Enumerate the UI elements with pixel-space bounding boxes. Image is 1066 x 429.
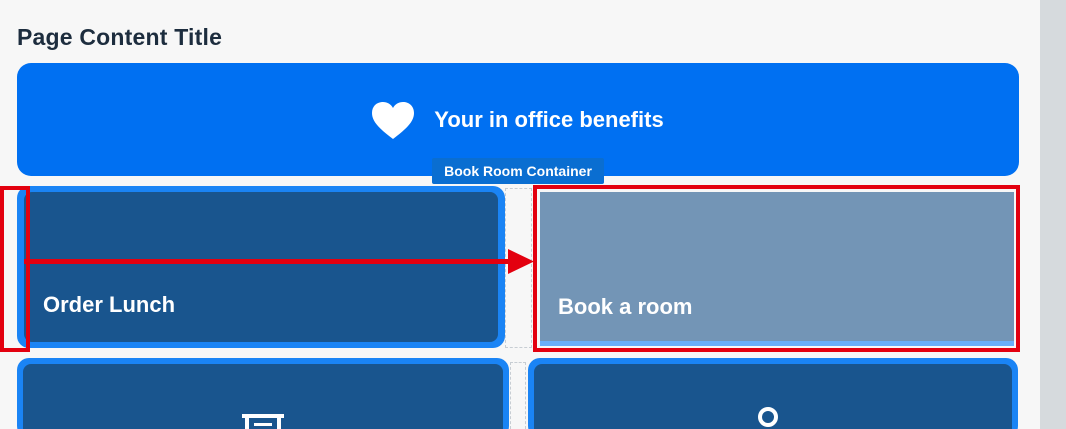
drop-gap-indicator-lower (510, 362, 526, 429)
annotation-arrow-icon (24, 249, 534, 274)
book-room-container-tag: Book Room Container (432, 158, 604, 184)
annotation-drop-target-box (533, 185, 1020, 352)
heart-icon (372, 101, 415, 139)
inbox-tray-icon (242, 414, 284, 429)
person-icon (758, 407, 778, 427)
order-lunch-label: Order Lunch (43, 292, 176, 317)
right-scroll-rail[interactable] (1040, 0, 1066, 429)
banner-text: Your in office benefits (434, 106, 664, 132)
page-title: Page Content Title (17, 24, 223, 50)
